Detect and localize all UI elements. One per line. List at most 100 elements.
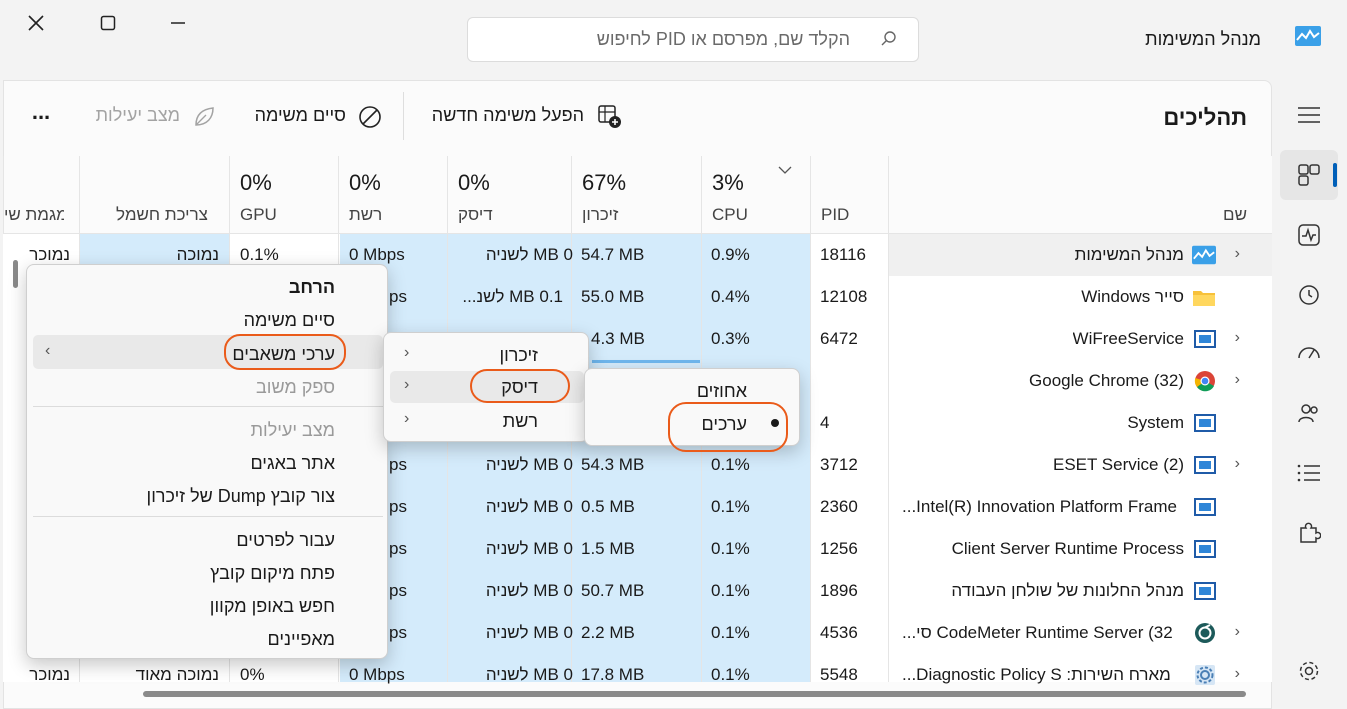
network-cell: ps: [389, 581, 407, 600]
name-cell: System: [1127, 413, 1184, 432]
cpu-cell: 0.1%: [711, 623, 750, 642]
network-cell: ps: [389, 539, 407, 558]
gpu-pct: 0%: [240, 170, 272, 195]
title-bar: הקלד שם, מפרסם או PID לחיפוש מנהל המשימו…: [0, 0, 1347, 80]
expand-chevron-icon[interactable]: ›: [1235, 245, 1240, 263]
menu-end-task[interactable]: סיים משימה: [244, 310, 335, 331]
pid-cell: 6472: [820, 329, 858, 348]
end-task-button[interactable]: סיים משימה: [246, 96, 386, 138]
nav-startup-apps[interactable]: [1280, 328, 1338, 378]
submenu-chevron-icon: ›: [404, 344, 410, 361]
hamburger-menu-button[interactable]: [1280, 90, 1338, 140]
pid-cell: 1256: [820, 539, 858, 558]
menu-debug[interactable]: אתר באגים: [250, 453, 335, 474]
menu-separator: [33, 406, 383, 407]
app-icon: [1194, 498, 1216, 516]
search-placeholder: הקלד שם, מפרסם או PID לחיפוש: [596, 29, 850, 49]
performance-icon: [1298, 224, 1320, 246]
more-options-button[interactable]: ...: [22, 100, 60, 134]
memory-cell: 54.7 MB: [581, 245, 645, 264]
pid-cell: 12108: [820, 287, 868, 306]
horizontal-scrollbar[interactable]: [143, 691, 1246, 697]
memory-cell: 0.5 MB: [581, 497, 635, 516]
expand-chevron-icon[interactable]: ›: [1235, 623, 1240, 641]
efficiency-mode-button[interactable]: מצב יעילות: [88, 96, 222, 138]
name-cell: מנהל החלונות של שולחן העבודה: [951, 581, 1184, 600]
menu-expand[interactable]: הרחב: [289, 277, 335, 298]
hamburger-icon: [1298, 107, 1320, 123]
power-trend-label: מגמת שי: [4, 205, 64, 224]
menu-open-file-location[interactable]: פתח מיקום קובץ: [210, 563, 335, 584]
cpu-cell: 0.4%: [711, 287, 750, 306]
expand-chevron-icon[interactable]: ›: [1235, 455, 1240, 473]
disk-cell: 0 MB לשניה: [485, 455, 573, 474]
app-icon: [1194, 540, 1216, 558]
memory-cell: 54.3 MB: [581, 455, 645, 474]
memory-cell: 4.3 MB: [591, 329, 645, 348]
annotation-circle: [224, 334, 346, 370]
nav-services[interactable]: [1280, 508, 1338, 558]
nav-settings[interactable]: [1280, 646, 1338, 696]
search-input[interactable]: הקלד שם, מפרסם או PID לחיפוש: [467, 17, 919, 62]
nav-processes[interactable]: [1280, 150, 1338, 200]
name-cell: Intel(R) Innovation Platform Frame...: [902, 497, 1177, 516]
efficiency-mode-label: מצב יעילות: [95, 105, 180, 125]
memory-cell: 1.5 MB: [581, 539, 635, 558]
chrome-icon: [1194, 371, 1215, 392]
menu-search-online[interactable]: חפש באופן מקוון: [210, 596, 335, 617]
cpu-cell: 0.1%: [711, 665, 750, 684]
leaf-icon: [195, 107, 214, 126]
vertical-scrollbar[interactable]: [13, 260, 18, 288]
submenu-percent[interactable]: אחוזים: [697, 381, 747, 402]
network-cell: ps: [389, 455, 407, 474]
submenu-memory[interactable]: זיכרון: [499, 345, 538, 366]
disk-cell: 0.1 MB לשנ...: [462, 287, 563, 306]
taskmgr-icon: [1192, 245, 1216, 265]
run-new-task-label: הפעל משימה חדשה: [431, 105, 584, 125]
gpu-label: GPU: [240, 205, 277, 224]
submenu-network[interactable]: רשת: [503, 411, 538, 432]
nav-performance[interactable]: [1280, 210, 1338, 260]
menu-create-dump[interactable]: צור קובץ Dump של זיכרון: [147, 486, 335, 507]
app-icon: [1194, 456, 1216, 474]
nav-details[interactable]: [1280, 448, 1338, 498]
name-cell: ESET Service (2): [1052, 455, 1184, 474]
close-button[interactable]: [16, 6, 56, 40]
users-icon: [1298, 404, 1318, 423]
name-cell: CodeMeter Runtime Server (32 סי...: [902, 623, 1173, 642]
app-icon: [1194, 582, 1216, 600]
disk-cell: 0 MB לשניה: [485, 245, 573, 264]
power-trend-cell: נמוכר: [29, 665, 70, 684]
disk-label: דיסק: [458, 205, 493, 224]
submenu-chevron-icon: ‹: [45, 342, 51, 359]
page-title: תהליכים: [1163, 105, 1247, 130]
minimize-button[interactable]: [158, 6, 198, 40]
menu-efficiency-mode[interactable]: מצב יעילות: [251, 420, 335, 441]
col-header-name[interactable]: [888, 156, 1272, 234]
cpu-cell: 0.3%: [711, 329, 750, 348]
codemeter-icon: [1195, 623, 1215, 643]
name-label: שם: [1223, 205, 1247, 224]
service-gear-icon: [1195, 665, 1215, 685]
cpu-label: CPU: [712, 205, 748, 224]
expand-chevron-icon[interactable]: ›: [1235, 329, 1240, 347]
services-puzzle-icon: [1300, 522, 1321, 543]
run-new-task-button[interactable]: הפעל משימה חדשה: [422, 96, 628, 138]
menu-properties[interactable]: מאפיינים: [267, 629, 335, 650]
maximize-icon: [100, 15, 116, 31]
table-row[interactable]: נמוכר נמוכה מאוד 0% 0 Mbps 0 MB לשניה 17…: [3, 654, 1272, 696]
task-manager-logo-icon: [1295, 26, 1321, 46]
toolbar-divider: [403, 92, 404, 140]
nav-users[interactable]: [1280, 388, 1338, 438]
nav-app-history[interactable]: [1280, 270, 1338, 320]
maximize-button[interactable]: [88, 6, 128, 40]
pid-label: PID: [821, 205, 850, 224]
expand-chevron-icon[interactable]: ›: [1235, 371, 1240, 389]
menu-go-to-details[interactable]: עבור לפרטים: [236, 530, 335, 551]
pid-cell: 2360: [820, 497, 858, 516]
disk-cell: 0 MB לשניה: [485, 623, 573, 642]
expand-chevron-icon[interactable]: ›: [1235, 665, 1240, 683]
folder-icon: [1193, 291, 1215, 306]
name-cell: Google Chrome (32): [1029, 371, 1184, 390]
menu-provide-feedback[interactable]: ספק משוב: [256, 377, 335, 398]
